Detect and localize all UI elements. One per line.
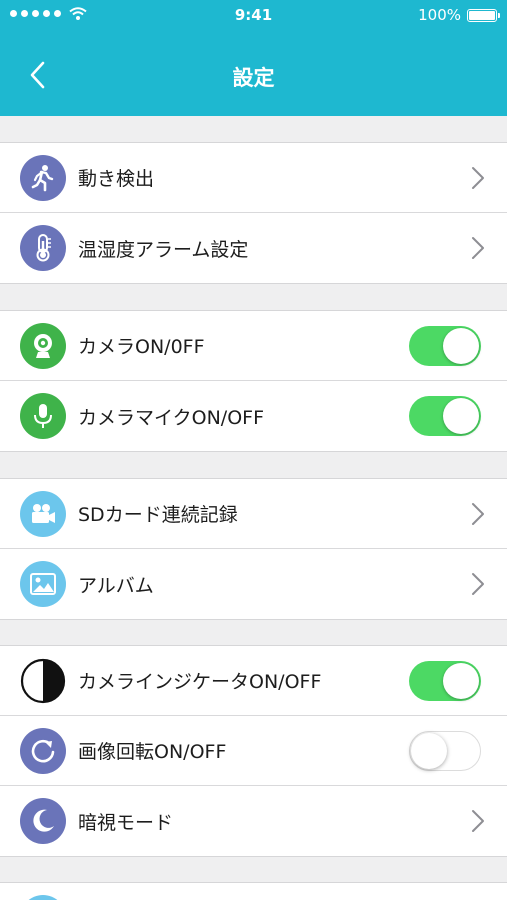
setting-label: 動き検出 [78, 168, 155, 190]
settings-section: カメラインジケータON/OFF 画像回転ON/OFF 暗視モード [0, 645, 507, 857]
camera-toggle-switch[interactable] [409, 326, 481, 366]
setting-row-sd-card-recording[interactable]: SDカード連続記録 [0, 479, 507, 549]
status-bar: 9:41 100% [0, 0, 507, 32]
camera-mic-toggle-switch[interactable] [409, 396, 481, 436]
setting-row-album[interactable]: アルバム [0, 549, 507, 619]
setting-label: 暗視モード [78, 811, 174, 834]
setting-row-night-vision[interactable]: 暗視モード [0, 786, 507, 856]
battery-icon [467, 8, 500, 22]
microphone-icon [20, 393, 66, 439]
setting-row-camera-onoff[interactable]: カメラON/0FF [0, 311, 507, 381]
battery-percent: 100% [418, 6, 461, 24]
chevron-right-icon [472, 573, 484, 595]
top-bar: 9:41 100% 設定 [0, 0, 507, 116]
page-title: 設定 [232, 66, 275, 90]
rotation-toggle-switch[interactable] [409, 731, 481, 771]
indicator-toggle-switch[interactable] [409, 661, 481, 701]
settings-section-partial [0, 882, 507, 900]
rotate-icon [20, 727, 66, 774]
moon-icon [20, 798, 66, 844]
thermometer-icon [20, 225, 66, 271]
walking-person-icon [20, 154, 66, 201]
setting-label: 温湿度アラーム設定 [78, 238, 249, 261]
setting-row-camera-indicator[interactable]: カメラインジケータON/OFF [0, 646, 507, 716]
chevron-right-icon [472, 167, 484, 189]
setting-row-image-rotation[interactable]: 画像回転ON/OFF [0, 716, 507, 786]
settings-section: SDカード連続記録 アルバム [0, 478, 507, 620]
setting-row-motion-detection[interactable]: 動き検出 [0, 143, 507, 213]
picture-icon [20, 561, 66, 607]
half-circle-icon [20, 658, 66, 704]
nav-bar: 設定 [0, 32, 507, 116]
setting-label: カメラマイクON/OFF [78, 406, 265, 429]
setting-row-temp-humidity-alarm[interactable]: 温湿度アラーム設定 [0, 213, 507, 283]
setting-row-camera-mic-onoff[interactable]: カメラマイクON/OFF [0, 381, 507, 451]
video-camera-icon [20, 490, 66, 537]
setting-label: カメラインジケータON/OFF [78, 671, 322, 693]
settings-section: 動き検出 温湿度アラーム設定 [0, 142, 507, 284]
webcam-icon [20, 322, 66, 369]
chevron-right-icon [472, 503, 484, 525]
settings-section: カメラON/0FF カメラマイクON/OFF [0, 310, 507, 452]
setting-label: アルバム [78, 574, 154, 597]
chevron-right-icon [472, 810, 484, 832]
setting-label: 画像回転ON/OFF [78, 741, 227, 763]
partial-row-icon [20, 895, 66, 900]
setting-label: SDカード連続記録 [78, 504, 238, 526]
chevron-right-icon [472, 237, 484, 259]
setting-label: カメラON/0FF [78, 336, 205, 358]
